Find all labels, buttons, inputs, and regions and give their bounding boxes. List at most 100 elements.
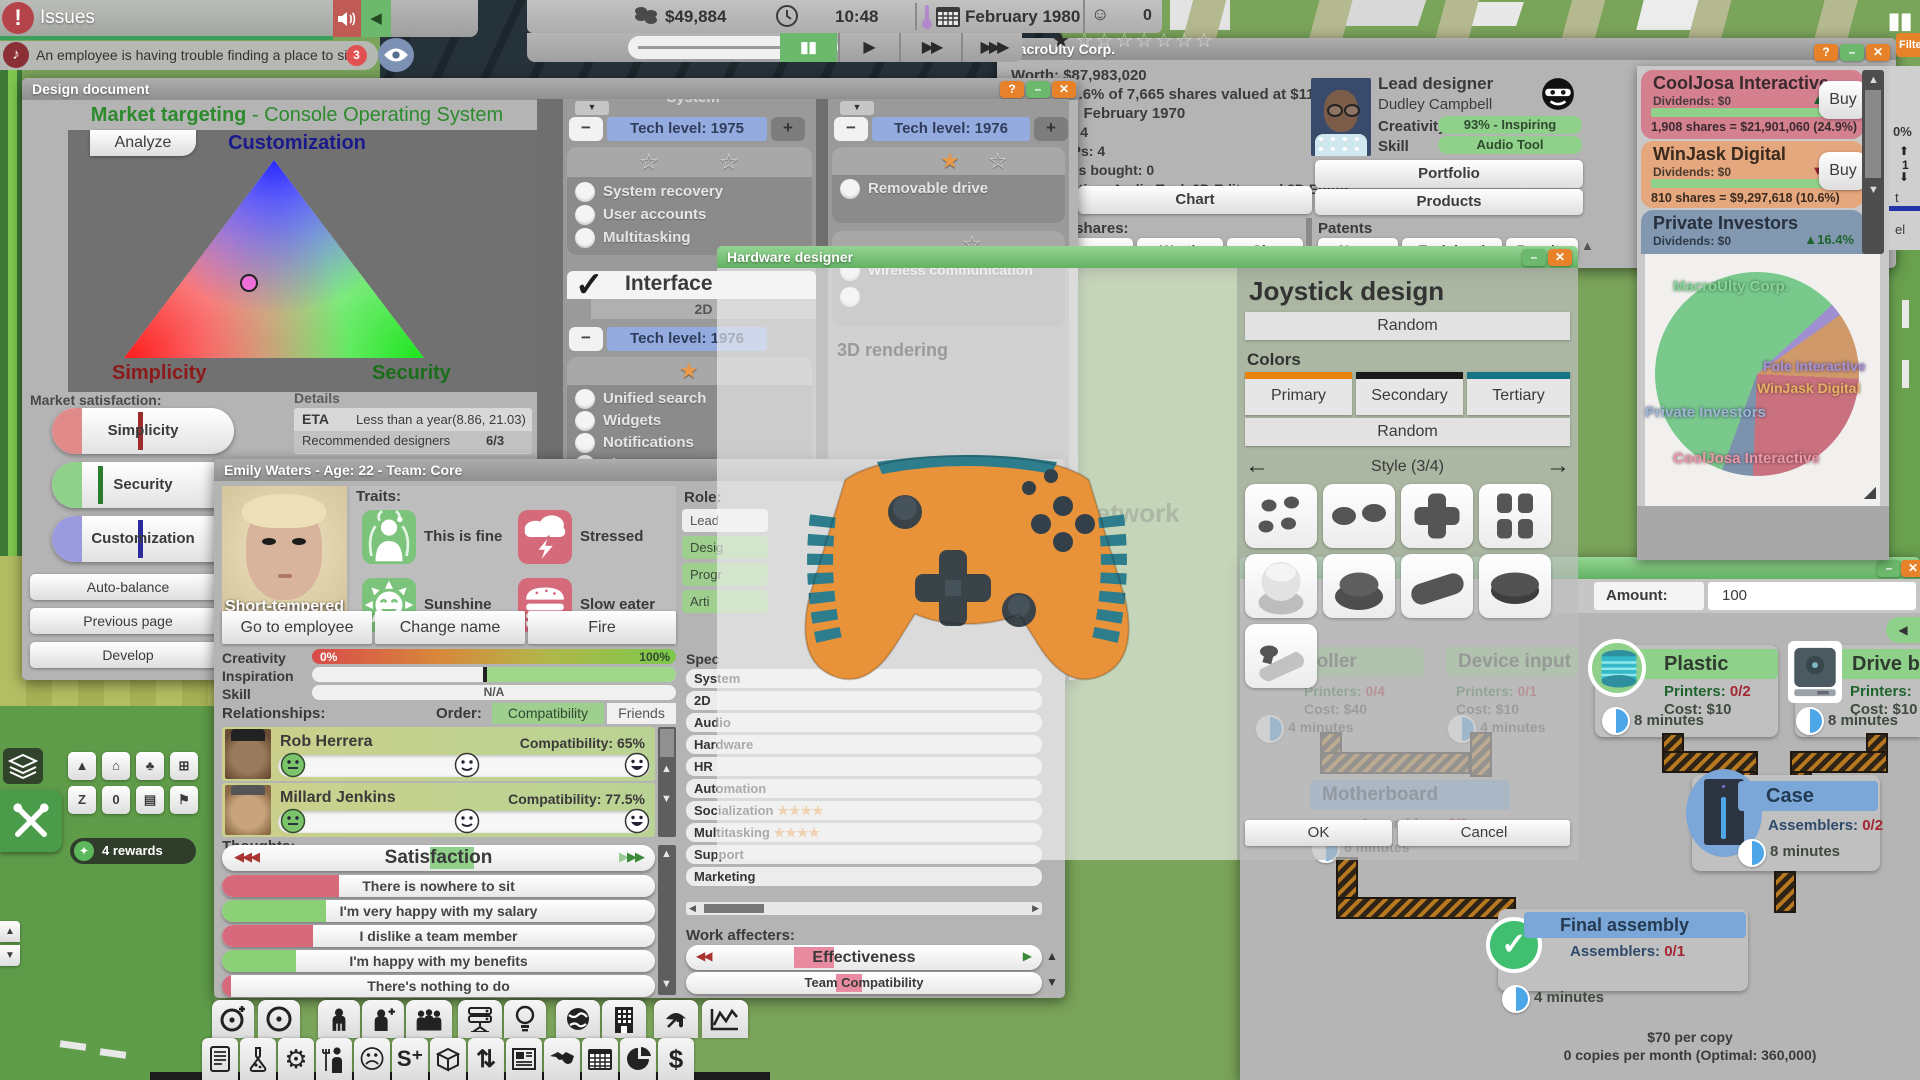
previous-page-button[interactable]: Previous page [30, 608, 226, 634]
feature-label[interactable]: User accounts [603, 206, 706, 223]
star-icon[interactable]: ★ [679, 358, 699, 384]
star-icon[interactable]: ☆ [988, 148, 1008, 174]
fire-button[interactable]: Fire [528, 611, 676, 644]
thoughts-scrollbar[interactable]: ▲ ▼ [658, 845, 676, 995]
col2-collapse[interactable]: − [834, 117, 868, 141]
random-button-2[interactable]: Random [1245, 418, 1570, 446]
relation-slider[interactable] [278, 808, 650, 834]
products-icon[interactable] [258, 1000, 300, 1038]
work-scroll-down-icon[interactable]: ▼ [1046, 975, 1058, 989]
edge-up-icon[interactable]: ⬆ [1899, 144, 1909, 158]
collapse-issues-button[interactable]: ◀ [361, 0, 391, 37]
style-option-buttons4[interactable] [1245, 484, 1317, 548]
resize-handle-icon[interactable]: ◢ [1864, 482, 1876, 502]
feature-checkbox[interactable] [575, 228, 595, 248]
zoom-level-button[interactable]: Z [68, 786, 96, 814]
scroll-left-icon[interactable]: ◀ [689, 903, 696, 914]
star-icon[interactable]: ☆ [639, 149, 659, 175]
fastest-forward-button[interactable]: ▶▶▶ [961, 33, 1023, 62]
feature-checkbox[interactable] [575, 411, 595, 431]
fast-forward-button[interactable]: ▶▶ [899, 33, 961, 62]
design-docs-icon[interactable] [202, 1038, 238, 1080]
go-to-employee-button[interactable]: Go to employee [222, 611, 372, 644]
mute-button[interactable] [333, 0, 361, 37]
filter-button[interactable]: Filter [1896, 33, 1920, 57]
company-icon[interactable] [602, 1000, 646, 1038]
feature-label[interactable]: Unified search [603, 390, 706, 407]
iface-collapse[interactable]: − [569, 327, 603, 351]
scroll-up-icon[interactable]: ▲ [1868, 74, 1879, 86]
relation-slider[interactable] [278, 752, 650, 778]
stock-card[interactable]: WinJask Digital Dividends: $0 ▼0.8% 810 … [1641, 141, 1867, 208]
relationship-row[interactable]: Rob Herrera Compatibility: 65% [222, 727, 655, 781]
grid-tool-button[interactable]: ⊞ [170, 752, 198, 780]
relationship-row[interactable]: Millard Jenkins Compatibility: 77.5% [222, 783, 655, 837]
distribution-icon[interactable] [430, 1038, 466, 1080]
style-option-dome[interactable] [1323, 554, 1395, 618]
new-product-icon[interactable] [212, 1000, 254, 1038]
col1-tech-bar[interactable]: Tech level: 1975 [607, 117, 767, 141]
news-icon[interactable] [506, 1038, 542, 1080]
col1-collapse[interactable]: − [569, 117, 603, 141]
feature-label[interactable]: System recovery [603, 183, 723, 200]
next-category-icon[interactable]: ▶▶▶ [619, 849, 645, 865]
smiley-happy-selected-icon[interactable] [280, 808, 306, 834]
ok-button[interactable]: OK [1245, 820, 1392, 846]
amount-input[interactable]: 100 [1708, 582, 1916, 610]
scroll-up-icon[interactable]: ▲ [661, 848, 672, 860]
smiley-grin-icon[interactable] [624, 808, 650, 834]
collapse-tab[interactable]: ◀ [1886, 617, 1920, 643]
scroll-up-icon[interactable]: ▲ [661, 763, 672, 775]
col2-scroll-down[interactable]: ▼ [840, 101, 874, 115]
next-affecter-icon[interactable]: ▶ [1023, 949, 1032, 963]
node-final-header[interactable]: Final assembly [1524, 912, 1746, 938]
deals-icon[interactable] [544, 1038, 580, 1080]
style-option-lever[interactable] [1245, 624, 1317, 688]
layers-button[interactable] [3, 748, 43, 784]
stock-card[interactable]: Private Investors Dividends: $0 ▲16.4% [1641, 210, 1864, 254]
col2-add[interactable]: + [1034, 117, 1068, 141]
buy-button[interactable]: Buy [1819, 81, 1867, 119]
style-option-disc[interactable] [1479, 554, 1551, 618]
cancel-button[interactable]: Cancel [1398, 820, 1570, 846]
stocks-help[interactable]: ? [1814, 44, 1838, 61]
production-minimize[interactable]: – [1877, 560, 1901, 577]
analyze-tab[interactable]: Analyze [90, 130, 196, 156]
feature-checkbox[interactable] [575, 182, 595, 202]
color-tab-primary[interactable]: Primary [1245, 372, 1352, 415]
feature-checkbox[interactable] [575, 433, 595, 453]
stocks-icon[interactable] [702, 1000, 748, 1038]
calendar-tool-icon[interactable] [582, 1038, 618, 1080]
style-option-dpad[interactable] [1401, 484, 1473, 548]
hw-close[interactable]: ✕ [1548, 249, 1572, 266]
edge-down-icon[interactable]: ⬇ [1899, 170, 1909, 184]
research-icon[interactable] [240, 1038, 276, 1080]
help-button[interactable]: ? [1000, 81, 1024, 98]
order-friends-tab[interactable]: Friends [607, 703, 676, 724]
scroll-down-icon[interactable]: ▼ [1868, 184, 1879, 196]
spec-row[interactable]: Marketing [686, 867, 1042, 886]
left-scroll-down[interactable]: ▼ [0, 945, 20, 966]
auto-balance-button[interactable]: Auto-balance [30, 574, 226, 600]
employee-icon[interactable] [318, 1000, 360, 1038]
table-scroll-up-icon[interactable]: ▲ [1581, 238, 1594, 253]
moods-icon[interactable]: ☹ [354, 1038, 390, 1080]
feature-label[interactable]: Removable drive [868, 180, 988, 197]
notification-bar[interactable]: ♪ An employee is having trouble finding … [0, 41, 378, 70]
work-scroll-up-icon[interactable]: ▲ [1046, 949, 1058, 963]
smiley-neutral-icon[interactable] [454, 752, 480, 778]
rewards-badge[interactable]: ✦ 4 rewards [70, 838, 196, 864]
smiley-grin-icon[interactable] [624, 752, 650, 778]
star-icon[interactable]: ★ [940, 148, 960, 174]
counter-box[interactable]: 0 [102, 786, 130, 814]
tree-tool-button[interactable]: ♣ [136, 752, 164, 780]
feature-checkbox[interactable] [575, 389, 595, 409]
smiley-happy-selected-icon[interactable] [280, 752, 306, 778]
targeting-dot[interactable] [240, 274, 258, 292]
production-close[interactable]: ✕ [1901, 560, 1920, 577]
feature-checkbox[interactable] [575, 205, 595, 225]
col1-scroll-down[interactable]: ▼ [575, 101, 609, 115]
ideas-icon[interactable] [504, 1000, 546, 1038]
stocks-minimize[interactable]: – [1840, 44, 1864, 61]
insurance-icon[interactable] [654, 1000, 698, 1038]
